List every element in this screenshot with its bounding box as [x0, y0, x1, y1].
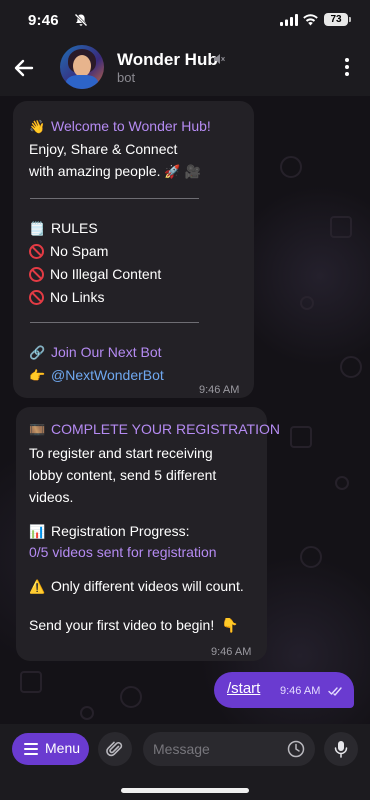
menu-button[interactable]: Menu: [12, 733, 89, 765]
wifi-icon: [303, 14, 318, 26]
start-command[interactable]: /start: [227, 680, 260, 697]
call-to-action: Send your first video to begin!: [29, 617, 215, 633]
registration-body-line: lobby content, send 5 different: [29, 467, 217, 483]
bell-muted-icon: [74, 13, 88, 27]
rule-item: No Illegal Content: [50, 266, 162, 282]
chat-title[interactable]: Wonder Hub: [117, 50, 218, 70]
warning-icon: ⚠️: [29, 579, 46, 594]
outgoing-message-bubble: /start 9:46 AM: [214, 672, 354, 708]
film-frames-icon: 🎞️: [29, 422, 46, 437]
progress-label: Registration Progress:: [51, 523, 190, 539]
bot-handle-link[interactable]: @NextWonderBot: [51, 367, 164, 383]
welcome-line-2: with amazing people.: [29, 163, 161, 179]
battery-indicator: 73: [324, 13, 351, 26]
pointing-hand-icon: 👉: [29, 368, 46, 383]
bot-avatar[interactable]: [60, 45, 104, 89]
waving-hand-icon: 👋: [29, 119, 46, 134]
back-arrow-icon[interactable]: [10, 54, 38, 82]
home-indicator: [121, 788, 249, 793]
rule-item: No Links: [50, 289, 105, 305]
voice-record-button[interactable]: [324, 732, 358, 766]
film-camera-icon: 🎥: [184, 164, 201, 179]
registration-body-line: To register and start receiving: [29, 445, 213, 461]
rocket-icon: 🚀: [164, 164, 181, 179]
join-next-bot-label: Join Our Next Bot: [51, 344, 162, 360]
rule-item: No Spam: [50, 243, 109, 259]
link-icon: 🔗: [29, 345, 46, 360]
divider-top: [30, 198, 199, 199]
attach-button[interactable]: [98, 732, 132, 766]
status-bar: 9:46 73: [0, 0, 370, 44]
notepad-icon: 🗒️: [29, 221, 46, 236]
double-check-icon: [328, 687, 342, 696]
microphone-icon: [334, 741, 348, 758]
registration-message-bubble: 🎞️ COMPLETE YOUR REGISTRATION To register…: [16, 407, 280, 661]
welcome-message-bubble: 👋 Welcome to Wonder Hub! Enjoy, Share & C…: [13, 101, 254, 398]
progress-value: 0/5 videos sent for registration: [29, 544, 217, 560]
welcome-line-1: Enjoy, Share & Connect: [29, 141, 178, 157]
registration-title: COMPLETE YOUR REGISTRATION: [51, 421, 280, 437]
prohibited-icon: [29, 267, 44, 282]
warning-text: Only different videos will count.: [51, 578, 244, 594]
welcome-greeting: Welcome to Wonder Hub!: [51, 118, 211, 134]
message-time: 9:46 AM: [280, 685, 321, 697]
message-input-bar: Menu: [0, 724, 370, 800]
prohibited-icon: [29, 244, 44, 259]
cellular-signal-icon: [280, 14, 298, 26]
divider-bottom: [30, 322, 199, 323]
hamburger-icon: [24, 743, 38, 755]
chat-subtitle: bot: [117, 70, 136, 85]
schedule-clock-icon[interactable]: [287, 740, 305, 758]
prohibited-icon: [29, 290, 44, 305]
more-options-icon[interactable]: [338, 56, 356, 78]
paperclip-icon: [106, 741, 123, 757]
pointing-down-icon: 👇: [221, 617, 239, 633]
message-time: 9:46 AM: [211, 646, 252, 658]
registration-body-line: videos.: [29, 489, 74, 505]
chat-header: Wonder Hub bot: [0, 44, 370, 96]
clock-time: 9:46: [28, 12, 59, 29]
menu-label: Menu: [45, 740, 81, 756]
rules-title: RULES: [51, 220, 98, 236]
speaker-muted-icon: [214, 54, 225, 64]
message-time: 9:46 AM: [199, 384, 240, 396]
